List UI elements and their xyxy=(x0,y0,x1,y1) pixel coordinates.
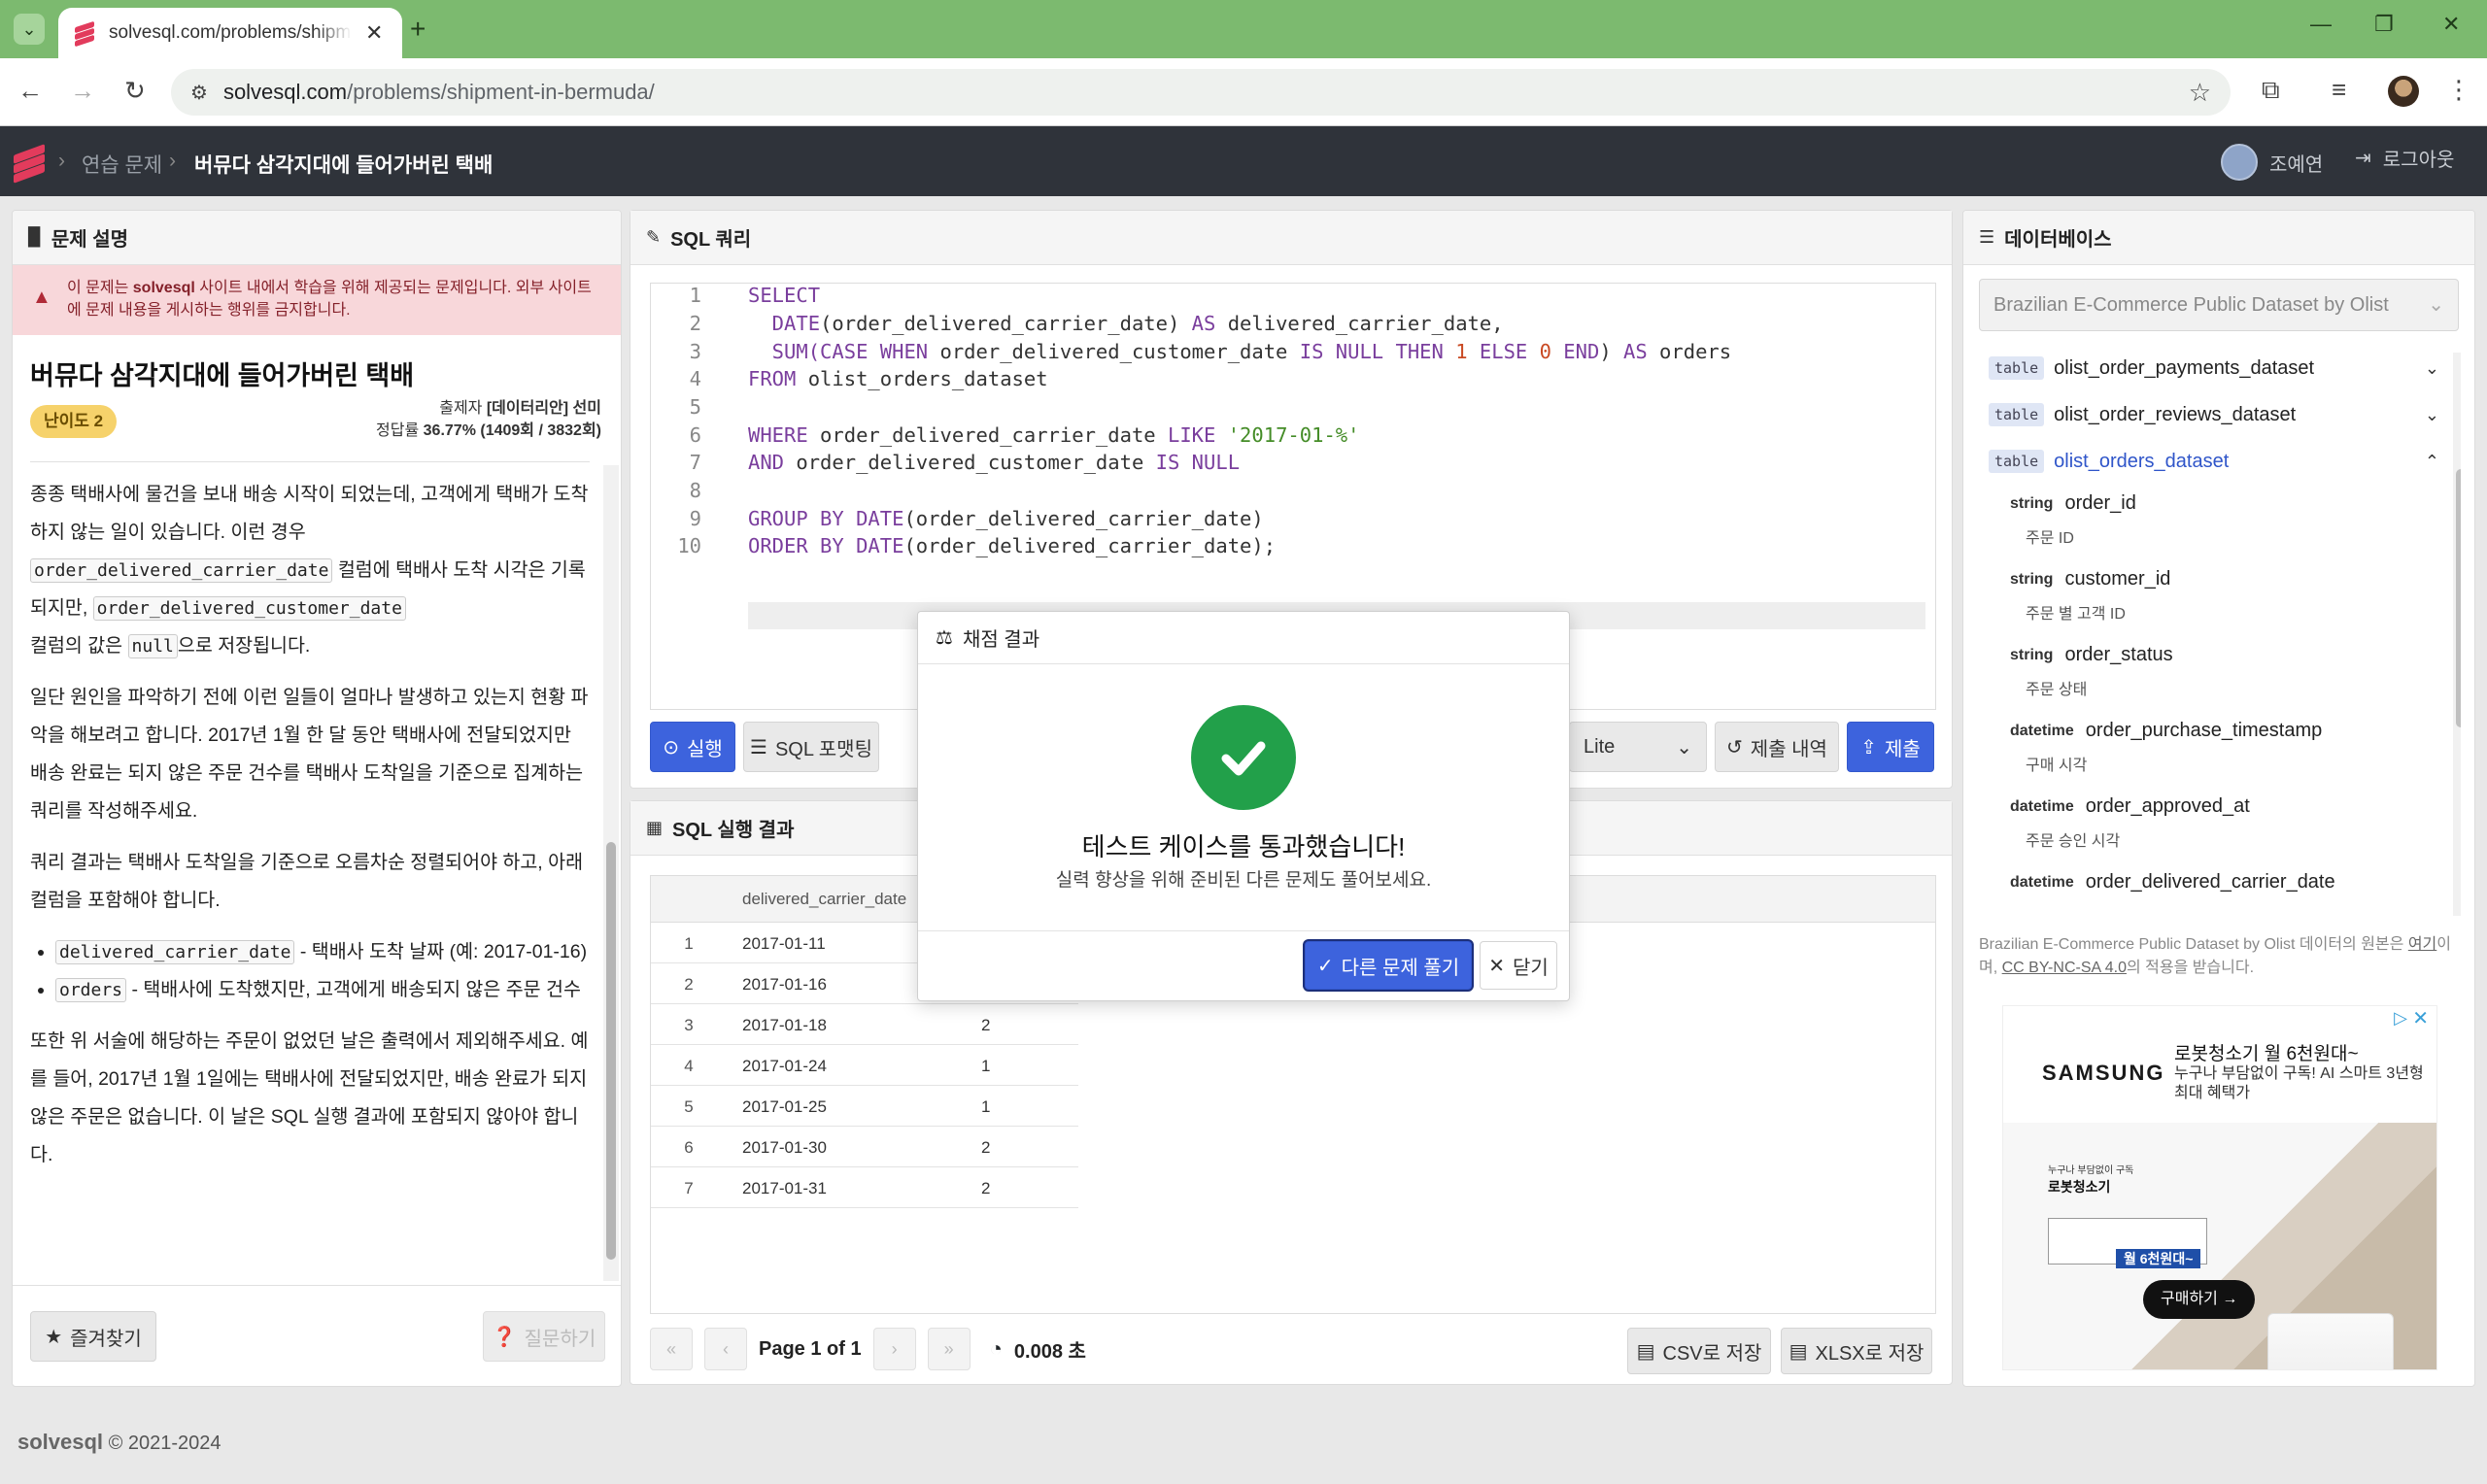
close-modal-button[interactable]: ✕ 닫기 xyxy=(1480,941,1557,990)
close-window-icon[interactable]: ✕ xyxy=(2442,12,2460,37)
profile-avatar[interactable] xyxy=(2388,76,2419,107)
solvesql-favicon-icon xyxy=(74,20,95,48)
chrome-menu-icon[interactable]: ⋮ xyxy=(2446,75,2471,105)
url-text: solvesql.com/problems/shipment-in-bermud… xyxy=(222,80,655,104)
modal-footer: ✓ 다른 문제 풀기 ✕ 닫기 xyxy=(918,930,1569,1000)
minimize-icon[interactable]: — xyxy=(2310,12,2332,37)
site-info-icon[interactable]: ⚙ xyxy=(190,81,208,105)
reload-icon[interactable]: ↻ xyxy=(124,76,146,106)
success-check-icon xyxy=(1191,705,1296,810)
check-icon: ✓ xyxy=(1316,955,1334,977)
close-tab-icon[interactable]: ✕ xyxy=(365,20,383,46)
grading-result-modal: ⚖ 채점 결과 테스트 케이스를 통과했습니다! 실력 향상을 위해 준비된 다른… xyxy=(917,611,1570,1001)
address-bar[interactable]: ⚙ solvesql.com/problems/shipment-in-berm… xyxy=(171,69,2231,116)
new-tab-icon[interactable]: + xyxy=(410,14,426,45)
media-control-icon[interactable]: ≡ xyxy=(2332,75,2346,105)
bookmark-star-icon[interactable]: ☆ xyxy=(2189,78,2211,108)
tab-title: solvesql.com/problems/shipme xyxy=(109,22,352,43)
modal-subtext: 실력 향상을 위해 준비된 다른 문제도 풀어보세요. xyxy=(1055,870,1432,891)
modal-heading: 테스트 케이스를 통과했습니다! xyxy=(1081,832,1406,861)
back-icon[interactable]: ← xyxy=(17,76,43,106)
close-label: 닫기 xyxy=(1512,957,1549,979)
close-icon: ✕ xyxy=(1488,955,1505,977)
browser-tabstrip: ⌄ solvesql.com/problems/shipme ✕ + — ❐ ✕ xyxy=(0,0,2487,58)
restore-icon[interactable]: ❐ xyxy=(2374,12,2394,37)
scale-icon: ⚖ xyxy=(936,627,953,649)
forward-icon[interactable]: → xyxy=(70,76,95,106)
next-problem-label: 다른 문제 풀기 xyxy=(1341,957,1460,979)
browser-tab[interactable]: solvesql.com/problems/shipme ✕ xyxy=(58,8,402,58)
extensions-icon[interactable]: ⧉ xyxy=(2262,75,2280,106)
next-problem-button[interactable]: ✓ 다른 문제 풀기 xyxy=(1305,941,1472,990)
modal-title: 채점 결과 xyxy=(962,629,1040,651)
browser-toolbar: ← → ↻ ⚙ solvesql.com/problems/shipment-i… xyxy=(0,58,2487,126)
tab-search-button[interactable]: ⌄ xyxy=(14,14,45,45)
